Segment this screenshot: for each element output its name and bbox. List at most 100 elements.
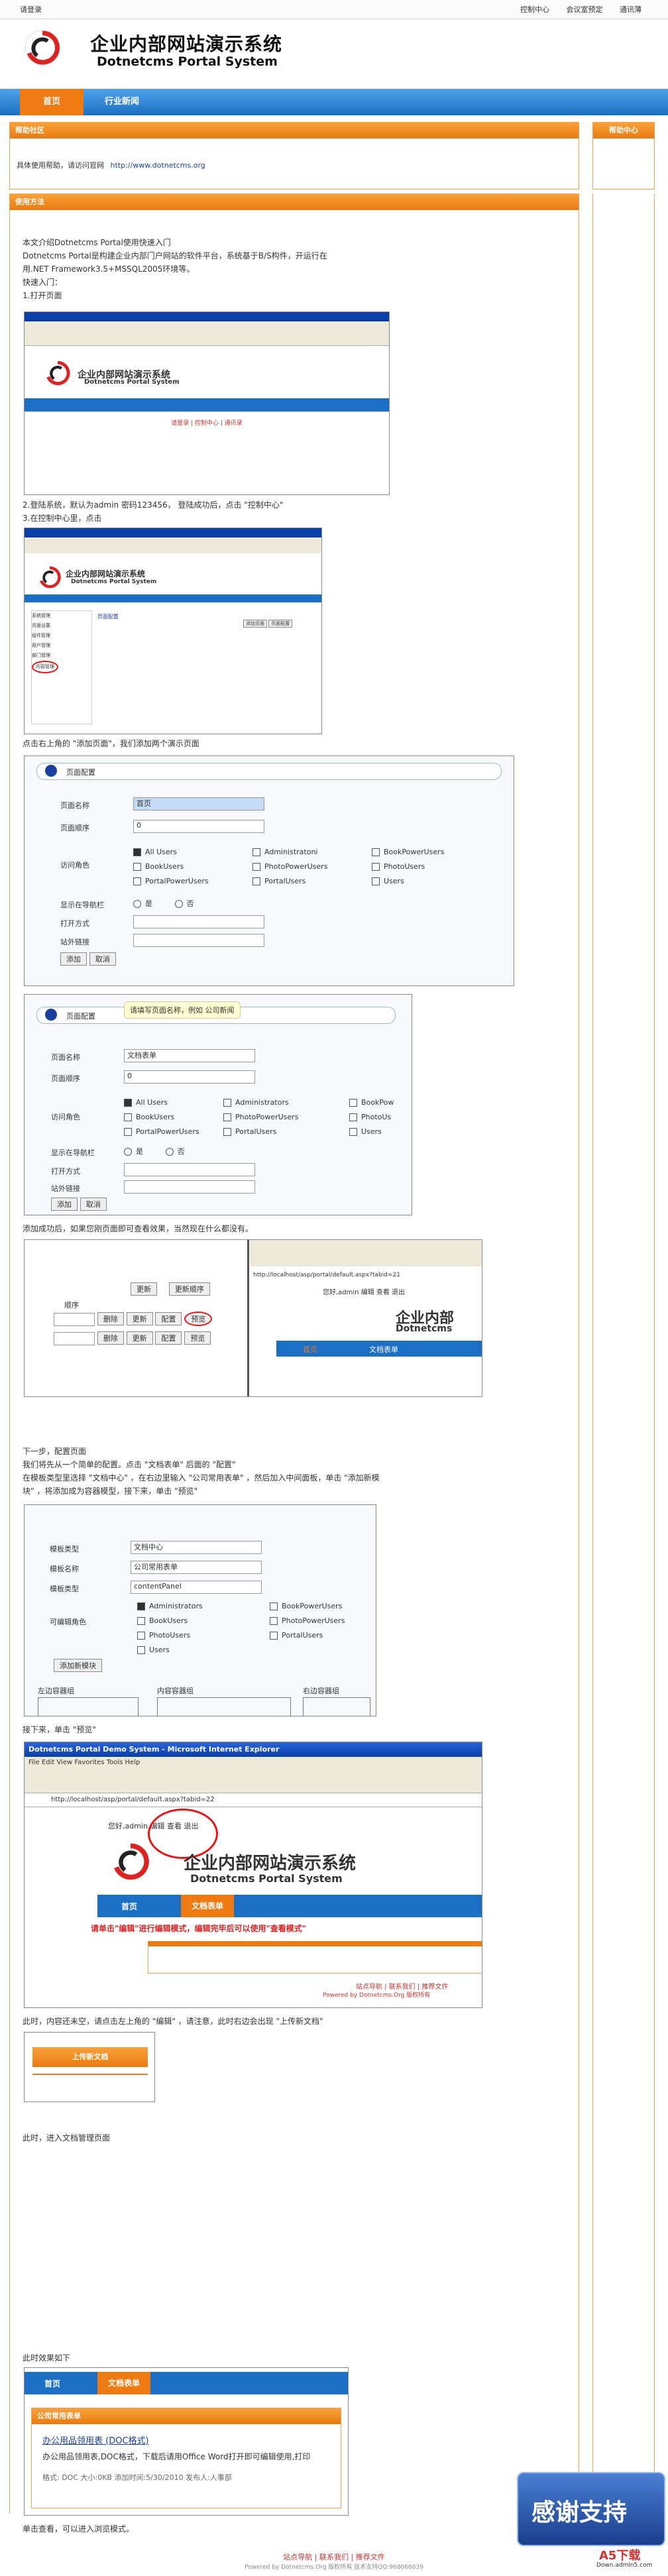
label-open-mode: 打开方式	[51, 1167, 80, 1176]
pane-left-label: 左边容器组	[38, 1687, 74, 1695]
radio-no-label: 否	[186, 899, 194, 908]
shot-tab: 页面配置	[97, 614, 119, 620]
role-label: BookPowerUsers	[384, 848, 445, 856]
top-link-meeting[interactable]: 会议室预定	[567, 5, 603, 14]
role-checkbox[interactable]	[270, 1602, 278, 1610]
guide-step-effect: 此时效果如下	[23, 2353, 71, 2363]
role-checkbox[interactable]	[133, 863, 141, 871]
page-order-input[interactable]: 0	[124, 1070, 255, 1084]
role-checkbox[interactable]	[137, 1617, 145, 1625]
help-link[interactable]: http://www.dotnetcms.org	[111, 161, 205, 170]
footer-powered: Powered by Dotnetcms.Org 版权所有 技术支持QQ:968…	[245, 2564, 423, 2571]
role-label: BookPowerUsers	[282, 1602, 343, 1610]
role-label: BookUsers	[136, 1113, 175, 1121]
preview-button: 预览	[184, 1331, 211, 1345]
role-checkbox[interactable]	[124, 1113, 132, 1121]
delete-button: 删除	[97, 1331, 124, 1345]
update-button: 更新	[131, 1282, 157, 1296]
label-page-order: 页面顺序	[51, 1074, 80, 1083]
menu-item: 用户管理	[32, 643, 50, 648]
show-nav-radios: 是 否	[124, 1146, 185, 1156]
pane-right-label: 右边容器组	[303, 1687, 339, 1695]
label-template-type: 模板类型	[50, 1545, 79, 1553]
role-checkbox[interactable]	[349, 1099, 357, 1107]
radio-no[interactable]	[174, 900, 183, 908]
step-line: 2.登陆系统，默认为admin 密码123456， 登陆成功后，点击 "控制中心…	[23, 500, 284, 510]
page-config-form-1: 页面配置 页面名称 首页 页面顺序 0 访问角色 All Users Admini…	[24, 756, 514, 986]
template-type-select[interactable]: 文档中心	[131, 1541, 262, 1554]
cancel-button[interactable]: 取消	[89, 952, 116, 966]
top-link-control[interactable]: 控制中心	[520, 5, 549, 14]
intro-line: 快速入门：	[23, 278, 63, 287]
role-checkbox[interactable]	[223, 1128, 231, 1136]
external-link-input[interactable]	[124, 1180, 255, 1194]
radio-yes[interactable]	[124, 1148, 132, 1156]
role-checkbox[interactable]	[124, 1128, 132, 1136]
page-config-button: 页面配置	[268, 620, 293, 628]
delete-button: 删除	[97, 1312, 124, 1325]
label-roles: 访问角色	[60, 861, 89, 869]
update-button: 更新	[126, 1312, 153, 1325]
row-1: 删除 更新 配置 预览	[54, 1312, 213, 1326]
intro-line: 本文介绍Dotnetcms Portal使用快速入门	[23, 238, 171, 247]
role-label: PhotoUs	[361, 1113, 392, 1121]
top-buttons: 更新 更新顺序	[131, 1282, 210, 1296]
add-module-button[interactable]: 添加新模块	[54, 1659, 102, 1672]
role-checkbox[interactable]	[252, 848, 260, 856]
pane-left[interactable]	[38, 1697, 139, 1716]
form-title: 页面配置	[66, 768, 95, 777]
radio-no[interactable]	[165, 1148, 174, 1156]
role-checkbox[interactable]	[137, 1646, 145, 1654]
top-link-contacts[interactable]: 通讯薄	[620, 5, 641, 14]
footer-links[interactable]: 站点导航 | 联系我们 | 推荐文件	[0, 2551, 668, 2562]
role-checkbox[interactable]	[349, 1128, 357, 1136]
template-name-input[interactable]: 公司常用表单	[131, 1561, 262, 1574]
role-checkbox[interactable]	[137, 1602, 145, 1610]
screenshot-edit-mode: Dotnetcms Portal Demo System - Microsoft…	[24, 1742, 482, 2008]
cancel-button[interactable]: 取消	[80, 1198, 107, 1211]
pane-right[interactable]	[303, 1697, 370, 1716]
page-name-input[interactable]: 文档表单	[124, 1049, 255, 1062]
open-mode-select[interactable]	[133, 915, 264, 928]
role-checkbox[interactable]	[124, 1099, 132, 1107]
pane-content[interactable]	[157, 1697, 291, 1716]
screenshot-control-center: 企业内部网站演示系统 Dotnetcms Portal System 系统管理 …	[24, 528, 322, 734]
add-button[interactable]: 添加	[51, 1198, 78, 1211]
role-checkbox[interactable]	[137, 1632, 145, 1640]
role-checkbox[interactable]	[372, 848, 380, 856]
role-label: Users	[149, 1646, 170, 1654]
page-order-value: 0	[137, 821, 141, 830]
shot-link: 请登录 | 控制中心 | 通讯录	[171, 420, 243, 427]
open-mode-select[interactable]	[124, 1163, 255, 1176]
pane-type-select[interactable]: contentPanel	[131, 1581, 262, 1594]
footer: 站点导航 | 联系我们 | 推荐文件 Powered by Dotnetcms.…	[0, 2551, 668, 2571]
add-button[interactable]: 添加	[60, 952, 87, 966]
role-checkbox[interactable]	[133, 877, 141, 885]
page-order-input[interactable]: 0	[133, 820, 264, 833]
role-checkbox[interactable]	[252, 863, 260, 871]
role-checkbox[interactable]	[372, 877, 380, 885]
role-checkbox[interactable]	[252, 877, 260, 885]
role-checkbox[interactable]	[223, 1113, 231, 1121]
nav-home: 首页	[121, 1902, 138, 1911]
role-checkbox[interactable]	[223, 1099, 231, 1107]
role-checkbox[interactable]	[270, 1632, 278, 1640]
role-label: Users	[384, 877, 404, 885]
doc-panel: 公司常用表单 办公用品领用表 (DOC格式) 办公用品领用表,DOC格式，下载后…	[31, 2408, 341, 2508]
role-label: PortalPowerUsers	[136, 1127, 199, 1136]
module-config-form: 模板类型 文档中心 模板名称 公司常用表单 模板类型 contentPanel …	[24, 1504, 376, 1716]
page-name-input[interactable]: 首页	[133, 797, 264, 811]
intro-line: Dotnetcms Portal是构建企业内部门户网站的软件平台，系统基于B/S…	[23, 251, 327, 260]
nav-item-news[interactable]: 行业新闻	[90, 89, 154, 115]
guide-step-add-page: 点击右上角的 "添加页面"，我们添加两个演示页面	[23, 739, 199, 748]
login-link[interactable]: 请登录	[20, 4, 42, 15]
nav-item-home[interactable]: 首页	[20, 89, 84, 115]
role-checkbox[interactable]	[372, 863, 380, 871]
role-checkbox[interactable]	[349, 1113, 357, 1121]
radio-yes[interactable]	[133, 900, 141, 908]
shot-footer-links: 站点导航 | 联系我们 | 推荐文件	[356, 1984, 449, 1991]
shot-nav: 首页 文档表单	[276, 1341, 482, 1357]
role-checkbox[interactable]	[270, 1617, 278, 1625]
role-checkbox[interactable]	[133, 848, 141, 856]
external-link-input[interactable]	[133, 934, 264, 947]
